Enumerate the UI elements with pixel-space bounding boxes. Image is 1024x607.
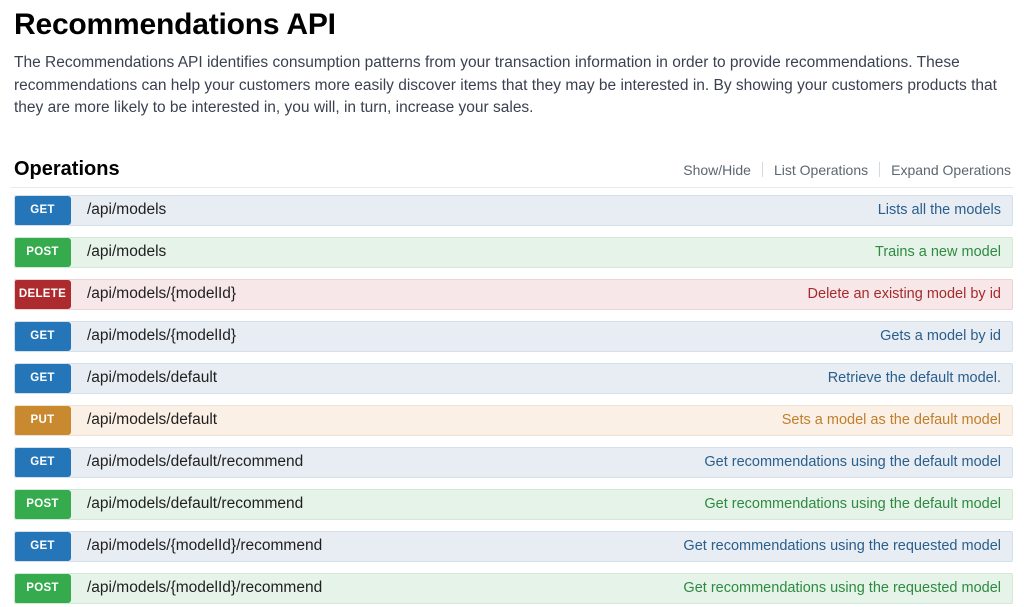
api-description: The Recommendations API identifies consu… xyxy=(14,54,997,116)
operation-method-badge: PUT xyxy=(15,405,71,435)
operation-method-badge: POST xyxy=(15,573,71,603)
operation-summary[interactable]: Trains a new model xyxy=(875,238,1012,267)
operation-method-badge: POST xyxy=(15,489,71,519)
operation-summary[interactable]: Gets a model by id xyxy=(880,322,1012,351)
operation-summary[interactable]: Sets a model as the default model xyxy=(782,406,1012,435)
operation-path[interactable]: /api/models/default xyxy=(71,406,782,435)
operation-path[interactable]: /api/models/default xyxy=(71,364,828,393)
operation-row[interactable]: GET/api/models/default/recommend Get reco… xyxy=(14,446,1013,478)
operation-row[interactable]: PUT/api/models/default Sets a model as th… xyxy=(14,404,1013,436)
operation-path[interactable]: /api/models/{modelId} xyxy=(71,280,808,309)
operation-method-badge: GET xyxy=(15,321,71,351)
operation-row[interactable]: POST/api/models/default/recommend Get rec… xyxy=(14,488,1013,520)
page-title: Recommendations API xyxy=(14,8,336,41)
operations-section-title: Operations xyxy=(14,157,120,180)
swagger-api-page: Recommendations API The Recommendations … xyxy=(0,0,1024,607)
operation-row[interactable]: POST/api/models Trains a new model xyxy=(14,236,1013,268)
operation-method-badge: DELETE xyxy=(15,279,71,309)
operation-path[interactable]: /api/models xyxy=(71,238,875,267)
operation-path[interactable]: /api/models/{modelId}/recommend xyxy=(71,574,683,603)
operation-path[interactable]: /api/models/default/recommend xyxy=(71,448,704,477)
expand-operations-link[interactable]: Expand Operations xyxy=(880,161,1012,179)
operation-method-badge: GET xyxy=(15,195,71,225)
operation-summary[interactable]: Get recommendations using the default mo… xyxy=(704,448,1012,477)
list-operations-link[interactable]: List Operations xyxy=(763,161,879,179)
operations-controls: Show/Hide List Operations Expand Operati… xyxy=(672,161,1012,181)
operation-path[interactable]: /api/models/default/recommend xyxy=(71,490,704,519)
operation-method-badge: GET xyxy=(15,447,71,477)
operation-method-badge: POST xyxy=(15,237,71,267)
operations-header: Operations Show/Hide List Operations Exp… xyxy=(10,157,1014,188)
operation-summary[interactable]: Delete an existing model by id xyxy=(808,280,1012,309)
operation-row[interactable]: GET/api/models/{modelId} Gets a model by … xyxy=(14,320,1013,352)
operation-row[interactable]: GET/api/models Lists all the models xyxy=(14,194,1013,226)
show-hide-link[interactable]: Show/Hide xyxy=(672,161,762,179)
operation-path[interactable]: /api/models/{modelId} xyxy=(71,322,880,351)
operation-summary[interactable]: Lists all the models xyxy=(878,196,1012,225)
operation-summary[interactable]: Get recommendations using the requested … xyxy=(683,574,1012,603)
operation-row[interactable]: POST/api/models/{modelId}/recommend Get r… xyxy=(14,572,1013,604)
operation-row[interactable]: GET/api/models/{modelId}/recommend Get re… xyxy=(14,530,1013,562)
operation-row[interactable]: DELETE/api/models/{modelId} Delete an exi… xyxy=(14,278,1013,310)
operation-method-badge: GET xyxy=(15,363,71,393)
operation-method-badge: GET xyxy=(15,531,71,561)
operations-list: GET/api/models Lists all the models POST/a… xyxy=(10,194,1014,604)
operation-summary[interactable]: Get recommendations using the default mo… xyxy=(704,490,1012,519)
operation-path[interactable]: /api/models/{modelId}/recommend xyxy=(71,532,683,561)
operation-summary[interactable]: Get recommendations using the requested … xyxy=(683,532,1012,561)
operation-summary[interactable]: Retrieve the default model. xyxy=(828,364,1012,393)
operation-path[interactable]: /api/models xyxy=(71,196,878,225)
operation-row[interactable]: GET/api/models/default Retrieve the defau… xyxy=(14,362,1013,394)
